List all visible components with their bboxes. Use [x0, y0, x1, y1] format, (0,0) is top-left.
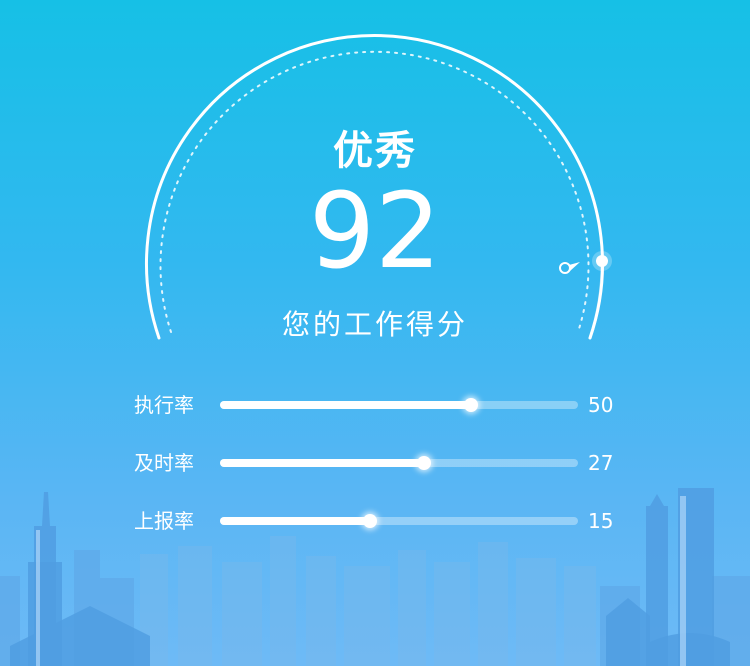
- score-caption: 您的工作得分: [281, 308, 468, 341]
- grade-label: 优秀: [333, 128, 417, 174]
- metric-progress-fill: [220, 401, 471, 409]
- metric-row-execution: 执行率 50: [0, 385, 750, 425]
- metric-label: 执行率: [134, 393, 194, 417]
- metric-value: 50: [588, 393, 614, 417]
- city-skyline-illustration: [0, 488, 750, 666]
- score-value: 92: [308, 170, 442, 292]
- metric-progress-knob: [463, 398, 478, 412]
- metric-progress-track: [220, 398, 578, 412]
